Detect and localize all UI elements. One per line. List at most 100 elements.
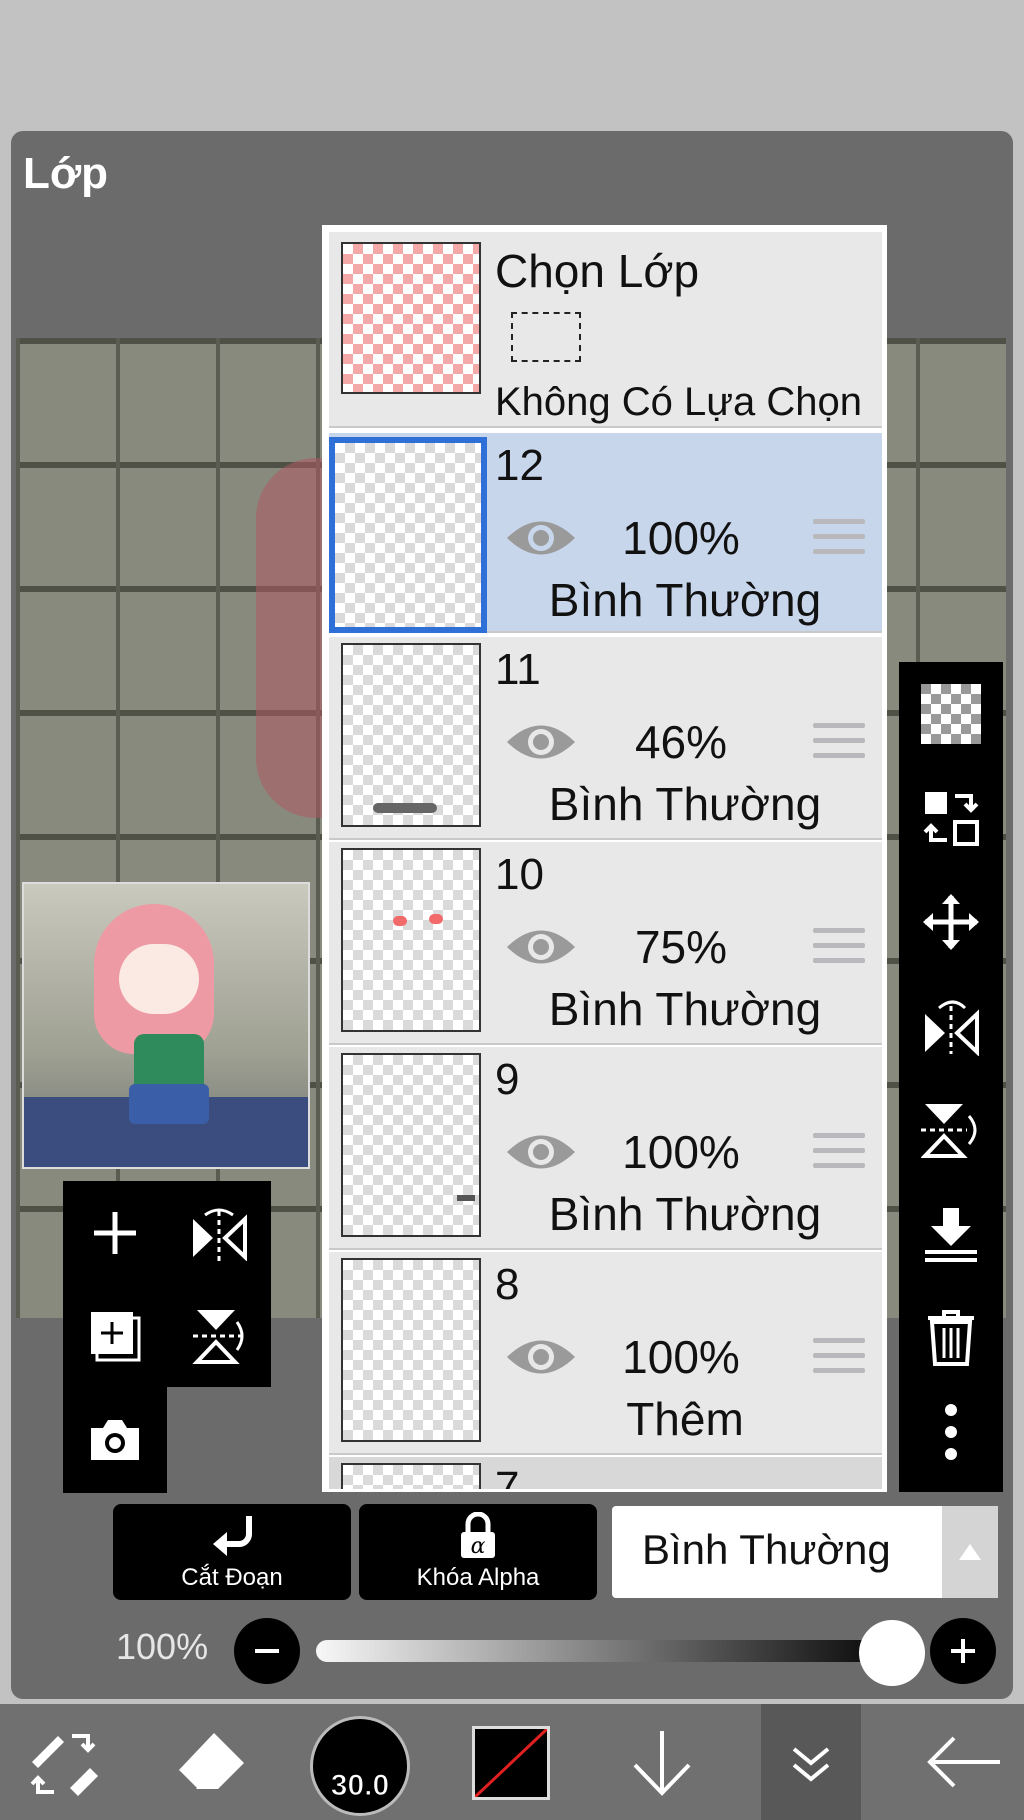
eye-icon[interactable] xyxy=(505,924,577,970)
add-layer-button[interactable] xyxy=(63,1181,167,1284)
opacity-decrease-button[interactable] xyxy=(234,1618,300,1684)
trash-icon xyxy=(928,1310,974,1366)
layer-name: 10 xyxy=(495,850,544,899)
checkerboard-icon xyxy=(921,684,981,744)
layer-row[interactable]: 12 100% Bình Thường xyxy=(329,433,882,633)
drag-handle-icon[interactable] xyxy=(813,723,865,763)
drag-handle-icon[interactable] xyxy=(813,1133,865,1173)
flip-layer-vertical-button[interactable] xyxy=(899,1078,1003,1182)
flip-vertical-icon xyxy=(921,1104,977,1158)
camera-button[interactable] xyxy=(63,1387,167,1490)
color-swatch[interactable] xyxy=(472,1726,550,1800)
flip-layer-horizontal-button[interactable] xyxy=(899,974,1003,1078)
selection-layer-title: Chọn Lớp xyxy=(495,245,700,297)
opacity-slider[interactable] xyxy=(316,1640,892,1662)
blend-mode-value: Bình Thường xyxy=(642,1526,891,1573)
drag-handle-icon[interactable] xyxy=(813,519,865,559)
panel-title: Lớp xyxy=(23,149,109,198)
layer-thumbnail xyxy=(341,1463,481,1489)
merge-down-button[interactable] xyxy=(899,1182,1003,1286)
layer-row[interactable]: 7 xyxy=(329,1457,882,1492)
brush-size-value: 30.0 xyxy=(330,1769,390,1803)
move-layer-button[interactable] xyxy=(899,870,1003,974)
layer-tools xyxy=(63,1181,271,1493)
layer-thumbnail xyxy=(341,848,481,1032)
svg-text:α: α xyxy=(471,1534,486,1559)
opacity-slider-thumb[interactable] xyxy=(859,1620,925,1686)
camera-icon xyxy=(91,1419,139,1460)
layer-blend-mode: Bình Thường xyxy=(548,574,822,626)
drag-handle-icon[interactable] xyxy=(813,1338,865,1378)
alpha-lock-label: Khóa Alpha xyxy=(416,1564,540,1591)
layer-name: 9 xyxy=(495,1055,520,1104)
delete-layer-button[interactable] xyxy=(899,1286,1003,1390)
plus-icon xyxy=(951,1639,975,1663)
merge-down-icon xyxy=(925,1208,977,1262)
opacity-increase-button[interactable] xyxy=(930,1618,996,1684)
dropdown-arrow-icon[interactable] xyxy=(942,1506,998,1598)
swap-tools-icon xyxy=(30,1734,98,1796)
bottom-toolbar: 30.0 xyxy=(0,1704,1024,1820)
transparent-layer-button[interactable] xyxy=(899,662,1003,766)
layer-row[interactable]: 11 46% Bình Thường xyxy=(329,637,882,840)
swap-layer-button[interactable] xyxy=(899,766,1003,870)
duplicate-layer-button[interactable] xyxy=(63,1284,167,1387)
selection-layer-row[interactable]: Chọn Lớp Không Có Lựa Chọn xyxy=(329,232,882,428)
arrow-down-icon xyxy=(633,1731,691,1796)
alpha-lock-button[interactable]: α Khóa Alpha xyxy=(359,1504,597,1600)
selection-marquee-icon xyxy=(511,312,581,362)
eye-icon[interactable] xyxy=(505,1129,577,1175)
layer-row[interactable]: 8 100% Thêm xyxy=(329,1252,882,1455)
more-options-button[interactable] xyxy=(899,1380,1003,1484)
layer-thumbnail xyxy=(341,1258,481,1442)
layer-name: 7 xyxy=(495,1463,520,1492)
layer-opacity: 75% xyxy=(634,921,728,973)
back-arrow-icon xyxy=(927,1736,1000,1788)
swap-tools-button[interactable] xyxy=(14,1704,114,1820)
eye-icon[interactable] xyxy=(505,1334,577,1380)
layer-actions-bar xyxy=(899,662,1003,1492)
layer-thumbnail xyxy=(341,1053,481,1237)
flip-horizontal-icon xyxy=(193,1208,247,1261)
clipping-button[interactable]: Cắt Đoạn xyxy=(113,1504,351,1600)
layer-row[interactable]: 10 75% Bình Thường xyxy=(329,842,882,1045)
back-button[interactable] xyxy=(914,1704,1014,1820)
layer-thumbnail xyxy=(341,643,481,827)
drag-handle-icon[interactable] xyxy=(813,928,865,968)
blend-mode-select[interactable]: Bình Thường xyxy=(612,1506,998,1598)
layer-blend-mode: Bình Thường xyxy=(548,778,822,830)
flip-horizontal-icon xyxy=(925,1000,979,1056)
eraser-button[interactable] xyxy=(160,1704,260,1820)
swap-icon xyxy=(923,792,979,846)
brush-size-indicator[interactable]: 30.0 xyxy=(310,1716,410,1816)
layer-thumbnail xyxy=(329,437,487,633)
layer-row[interactable]: 9 100% Bình Thường xyxy=(329,1047,882,1250)
more-vertical-icon xyxy=(945,1404,957,1460)
lock-icon: α xyxy=(461,1512,495,1559)
eye-icon[interactable] xyxy=(505,719,577,765)
layer-blend-mode: Bình Thường xyxy=(548,1188,822,1240)
eye-icon[interactable] xyxy=(505,515,577,561)
flip-horizontal-button[interactable] xyxy=(167,1181,271,1284)
flip-vertical-button[interactable] xyxy=(167,1284,271,1387)
clipping-label: Cắt Đoạn xyxy=(181,1564,283,1591)
layers-icon xyxy=(792,1747,830,1782)
layer-name: 11 xyxy=(495,645,541,694)
layer-name: 8 xyxy=(495,1260,520,1309)
layer-opacity: 46% xyxy=(634,716,728,768)
clip-arrow-icon xyxy=(213,1516,252,1556)
minus-icon xyxy=(255,1649,279,1653)
duplicate-icon xyxy=(91,1311,141,1361)
selection-layer-thumbnail xyxy=(341,242,481,394)
eraser-icon xyxy=(176,1733,244,1791)
move-down-button[interactable] xyxy=(612,1704,712,1820)
canvas-preview[interactable] xyxy=(22,882,310,1169)
layer-blend-mode: Thêm xyxy=(626,1393,744,1445)
layer-list[interactable]: Chọn Lớp Không Có Lựa Chọn 12 100% Bình … xyxy=(322,225,887,1492)
layers-button[interactable] xyxy=(761,1704,861,1820)
flip-vertical-icon xyxy=(192,1309,244,1364)
plus-icon xyxy=(94,1211,136,1254)
layer-name: 12 xyxy=(495,441,544,490)
selection-layer-subtitle: Không Có Lựa Chọn xyxy=(495,380,863,424)
layer-opacity: 100% xyxy=(622,1126,740,1178)
